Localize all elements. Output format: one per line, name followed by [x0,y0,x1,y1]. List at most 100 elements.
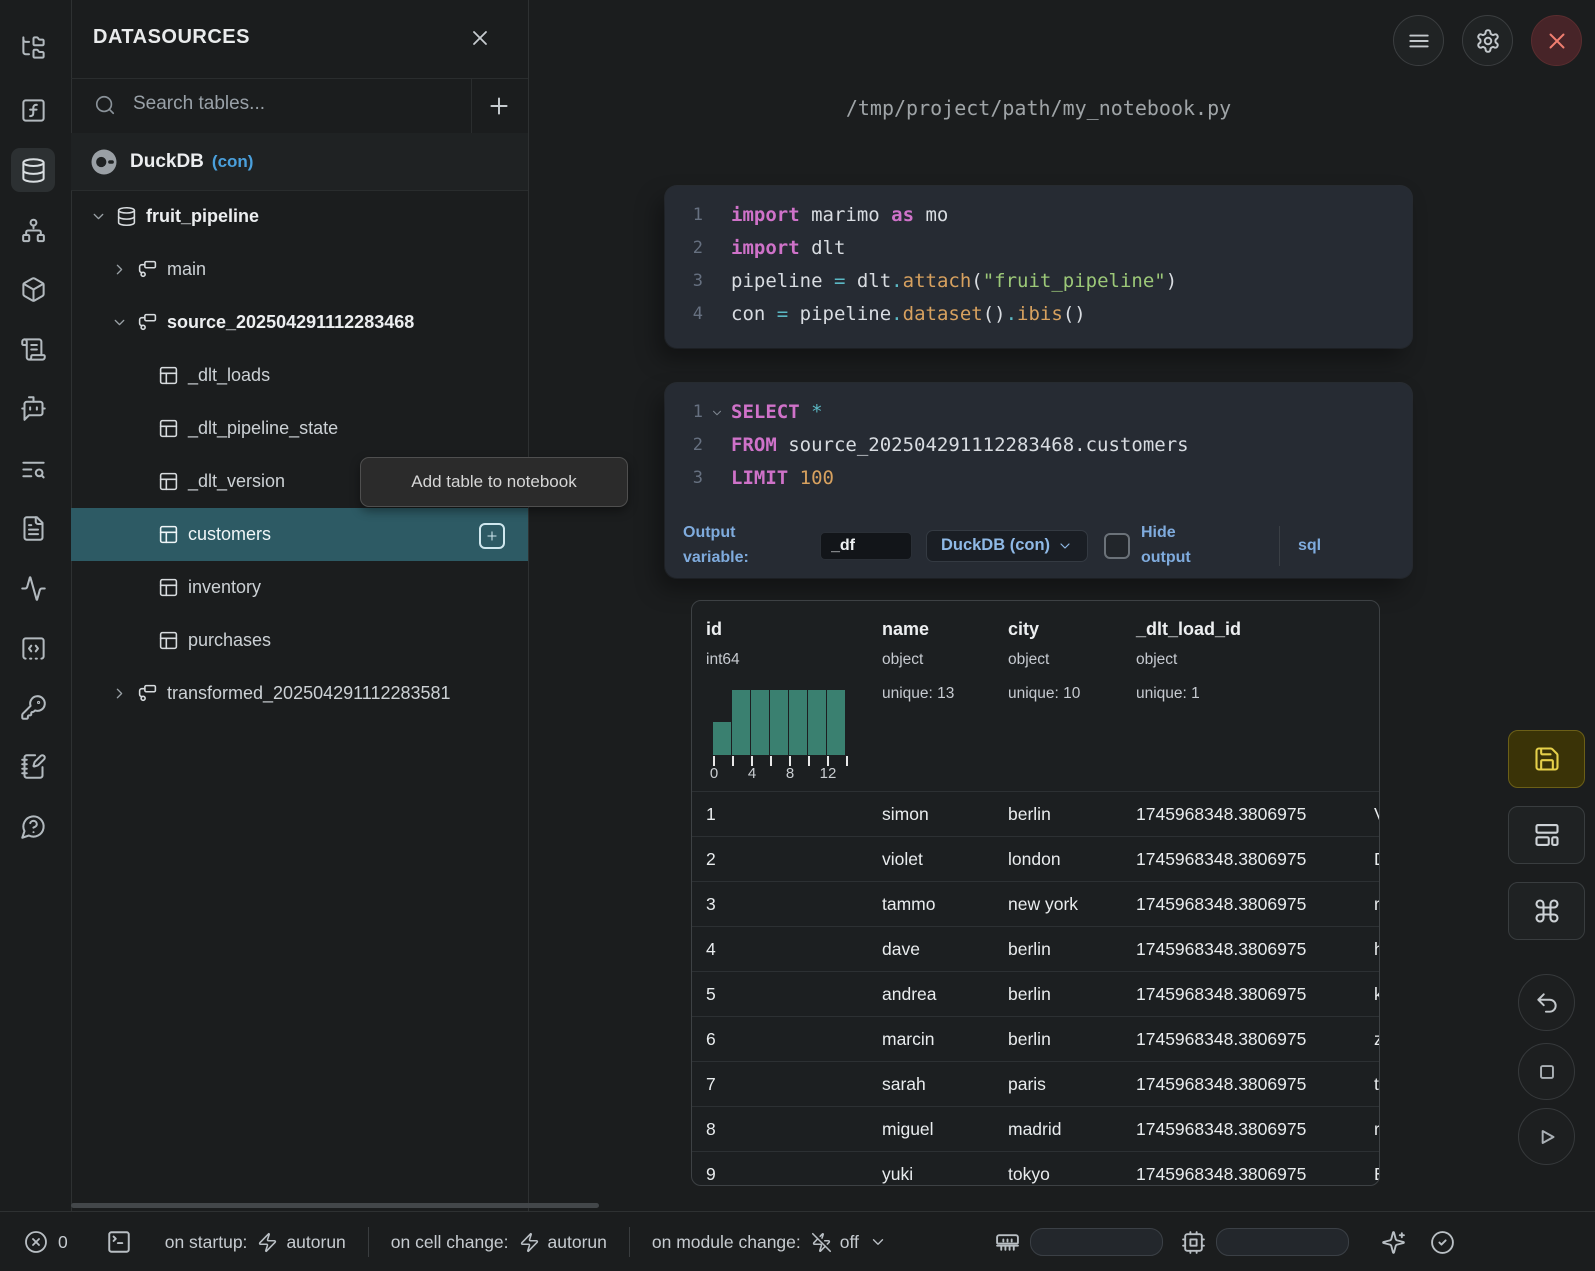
column-name: name [882,619,929,640]
tracing-icon [20,575,47,602]
on-startup-value[interactable]: autorun [286,1232,345,1253]
activity-item-help[interactable] [11,804,55,848]
column-name: id [706,619,722,640]
output-variable-input[interactable] [820,532,912,560]
menu-button[interactable] [1393,15,1444,66]
tree-item-label: customers [188,524,271,545]
table-row[interactable]: 2violetlondon1745968348.3806975D [692,836,1379,881]
tree-item-label: main [167,259,206,280]
tree-item--dlt-loads[interactable]: _dlt_loads [71,349,528,402]
activity-item-log-search[interactable] [11,447,55,491]
shutdown-button[interactable] [1531,15,1582,66]
activity-item-scratchpad[interactable] [11,744,55,788]
table-row[interactable]: 9yukitokyo1745968348.3806975E [692,1151,1379,1186]
engine-dropdown[interactable]: DuckDB (con) [926,530,1088,562]
activity-item-document[interactable] [11,506,55,550]
errors-icon[interactable] [24,1230,48,1254]
tree-item-main[interactable]: main [71,243,528,296]
panel-horizontal-scrollbar[interactable] [71,1203,599,1208]
on-startup-label[interactable]: on startup: [165,1232,248,1253]
tree-item-source-202504291112283468[interactable]: source_202504291112283468 [71,296,528,349]
command-palette-button[interactable] [1508,882,1585,940]
undo-button[interactable] [1518,974,1575,1031]
help-icon [20,813,47,840]
tree-item-purchases[interactable]: purchases [71,614,528,667]
run-button[interactable] [1518,1108,1575,1165]
zap-icon [519,1232,540,1253]
tree-item-label: _dlt_version [188,471,285,492]
table-cell: berlin [1008,927,1051,971]
add-datasource-button[interactable] [486,93,512,119]
code-cell-python[interactable]: 1import marimo as mo2import dlt3pipeline… [665,186,1412,348]
query-result-table[interactable]: idint64nameobjectunique: 13cityobjectuni… [691,600,1380,1186]
connection-status-icon[interactable] [1430,1230,1455,1255]
table-cell: 1745968348.3806975 [1136,1062,1306,1106]
histogram-tick-label: 0 [710,765,718,782]
tree-item-customers[interactable]: customers [71,508,528,561]
schema-icon [137,259,167,280]
chevron-down-icon[interactable] [869,1233,887,1251]
table-row[interactable]: 8miguelmadrid1745968348.3806975r [692,1106,1379,1151]
chevron-right-icon [111,261,137,278]
error-count: 0 [58,1232,68,1253]
ai-sparkles-icon[interactable] [1381,1230,1406,1255]
on-cell-change-label[interactable]: on cell change: [391,1232,509,1253]
add-table-to-notebook-button[interactable] [479,523,505,549]
table-cell: z [1374,1017,1380,1061]
tree-item--dlt-pipeline-state[interactable]: _dlt_pipeline_state [71,402,528,455]
histogram-bar [789,690,807,755]
table-cell: 2 [706,837,716,881]
table-row[interactable]: 1simonberlin1745968348.3806975V [692,791,1379,836]
terminal-icon[interactable] [106,1229,132,1255]
sql-editor[interactable]: 1SELECT *2FROM source_202504291112283468… [665,383,1412,495]
activity-item-script[interactable] [11,327,55,371]
python-editor[interactable]: 1import marimo as mo2import dlt3pipeline… [665,186,1412,331]
activity-item-snippets[interactable] [11,626,55,670]
table-cell: miguel [882,1107,934,1151]
search-tables-input[interactable] [131,92,465,116]
memory-icon [995,1230,1020,1255]
histogram-bar [713,722,731,755]
table-row[interactable]: 6marcinberlin1745968348.3806975z [692,1016,1379,1061]
activity-item-package[interactable] [11,267,55,311]
command-icon [1533,897,1561,925]
activity-item-file-tree[interactable] [11,25,55,69]
table-icon [158,577,188,598]
line-number: 1 [665,396,703,429]
table-cell: 9 [706,1152,716,1186]
hide-output-checkbox[interactable] [1104,533,1130,559]
table-row[interactable]: 5andreaberlin1745968348.3806975k [692,971,1379,1016]
datasources-panel: DATASOURCES DuckDB (con) fruit_pipelinem… [71,0,529,1211]
activity-item-database[interactable] [11,148,55,192]
database-icon [20,157,47,184]
activity-item-chatbot[interactable] [11,386,55,430]
on-cell-change-value[interactable]: autorun [548,1232,607,1253]
activity-item-functions[interactable] [11,88,55,132]
code-cell-sql[interactable]: 1SELECT *2FROM source_202504291112283468… [665,383,1412,578]
on-module-change-label[interactable]: on module change: [652,1232,801,1253]
stop-button[interactable] [1518,1043,1575,1100]
datasource-tree: fruit_pipelinemain source_202504291112283… [71,190,528,720]
connection-duckdb[interactable]: DuckDB (con) [71,133,528,191]
close-panel-icon[interactable] [468,26,492,50]
layout-button[interactable] [1508,806,1585,864]
on-module-change-value[interactable]: off [840,1232,859,1253]
stop-icon [1534,1059,1560,1085]
table-row[interactable]: 4daveberlin1745968348.3806975h [692,926,1379,971]
tree-item-transformed-202504291112283581[interactable]: transformed_202504291112283581 [71,667,528,720]
table-row[interactable]: 7sarahparis1745968348.3806975t [692,1061,1379,1106]
line-number: 1 [665,199,703,232]
tree-item-fruit-pipeline[interactable]: fruit_pipeline [71,190,528,243]
activity-item-dependency-graph[interactable] [11,208,55,252]
activity-item-secrets[interactable] [11,685,55,729]
activity-item-tracing[interactable] [11,566,55,610]
table-cell: D [1374,837,1380,881]
settings-button[interactable] [1462,15,1513,66]
table-row[interactable]: 3tammonew york1745968348.3806975r [692,881,1379,926]
tree-item-inventory[interactable]: inventory [71,561,528,614]
table-cell: berlin [1008,1017,1051,1061]
table-cell: marcin [882,1017,935,1061]
chevron-down-icon [111,314,137,331]
save-button[interactable] [1508,730,1585,788]
notebook-filepath: /tmp/project/path/my_notebook.py [665,96,1412,120]
